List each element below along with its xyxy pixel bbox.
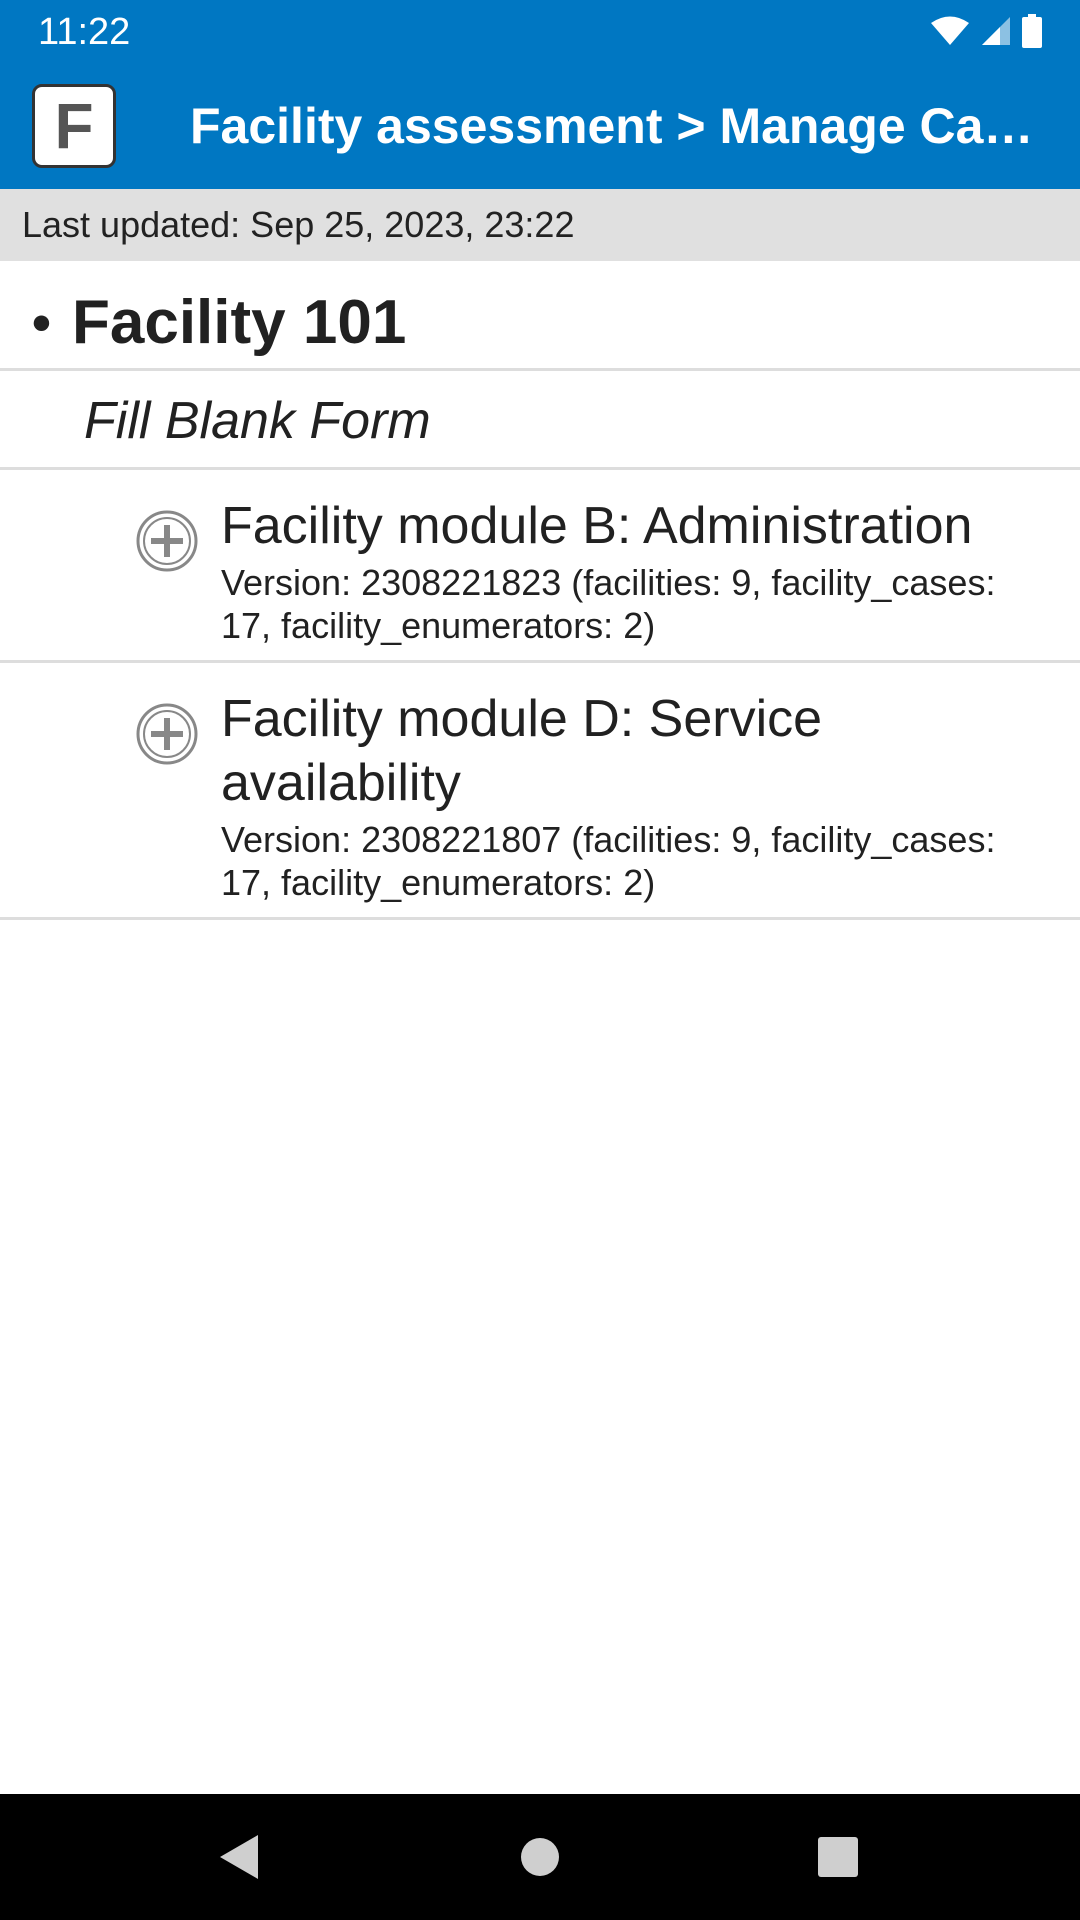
fill-blank-form-label: Fill Blank Form xyxy=(84,392,431,450)
fill-blank-form-header: Fill Blank Form xyxy=(0,371,1080,470)
form-version: Version: 2308221823 (facilities: 9, faci… xyxy=(221,562,996,646)
add-circle-icon xyxy=(136,703,198,765)
navigation-bar xyxy=(0,1794,1080,1920)
app-title: Facility assessment > Manage Ca… xyxy=(190,98,1034,154)
form-title: Facility module D: Service availability xyxy=(221,690,823,812)
form-version: Version: 2308221807 (facilities: 9, faci… xyxy=(221,819,996,903)
form-title: Facility module B: Administration xyxy=(221,497,973,555)
wifi-icon xyxy=(931,16,969,45)
back-icon[interactable] xyxy=(176,1794,302,1920)
home-icon[interactable] xyxy=(477,1794,603,1920)
status-bar: 11:22 xyxy=(0,0,1080,63)
facility-row[interactable]: • Facility 101 xyxy=(0,261,1080,371)
battery-icon xyxy=(1022,14,1042,48)
screen: 11:22 F Facility assessment > Manage Ca…… xyxy=(0,0,1080,1920)
add-circle-icon xyxy=(136,510,198,572)
form-item-module-b[interactable]: Facility module B: Administration Versio… xyxy=(0,470,1080,663)
recents-icon[interactable] xyxy=(775,1794,901,1920)
form-item-module-d[interactable]: Facility module D: Service availability … xyxy=(0,663,1080,920)
app-logo[interactable]: F xyxy=(32,84,116,168)
app-bar: F Facility assessment > Manage Ca… xyxy=(0,63,1080,189)
bullet-icon: • xyxy=(32,293,51,353)
status-icons xyxy=(930,14,1042,48)
last-updated-label: Last updated: Sep 25, 2023, 23:22 xyxy=(0,189,1080,261)
signal-icon xyxy=(982,17,1010,45)
status-time: 11:22 xyxy=(38,11,131,53)
facility-name: Facility 101 xyxy=(72,288,407,357)
